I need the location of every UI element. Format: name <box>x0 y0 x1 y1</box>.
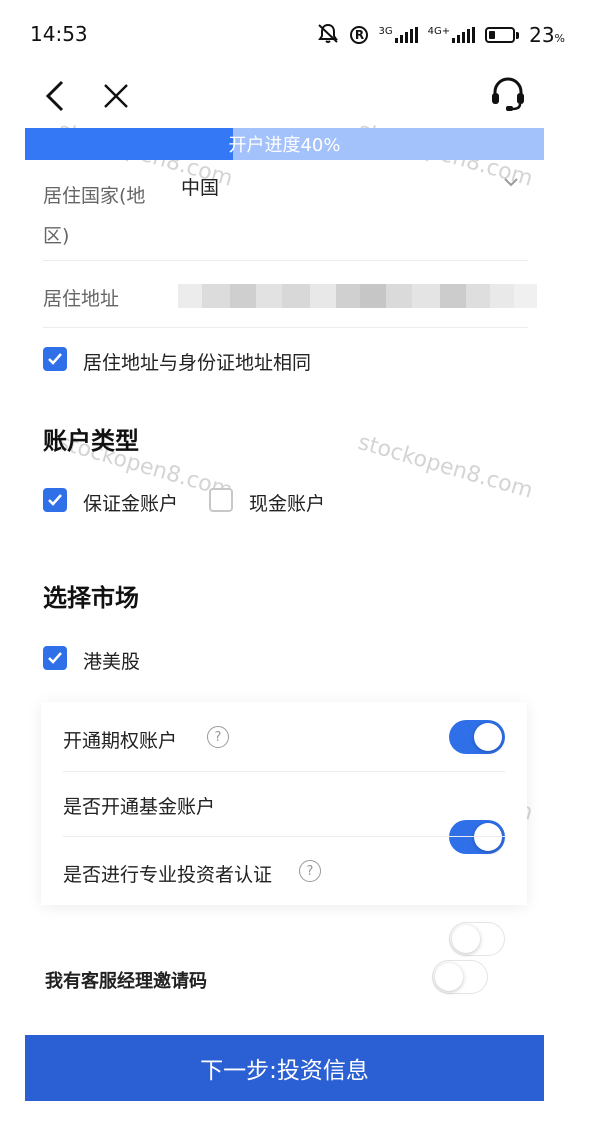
chevron-down-icon <box>502 174 520 193</box>
close-icon <box>104 84 128 108</box>
status-time: 14:53 <box>30 22 88 46</box>
cash-account-label: 现金账户 <box>249 493 326 515</box>
professional-investor-toggle[interactable] <box>449 922 505 956</box>
country-label: 居住国家(地 区) <box>43 185 146 247</box>
divider <box>43 260 528 261</box>
headset-icon <box>492 77 524 111</box>
check-icon <box>48 494 62 506</box>
divider <box>63 836 505 837</box>
mute-bell-icon <box>316 22 340 48</box>
margin-account-checkbox[interactable] <box>43 488 67 512</box>
fund-account-toggle[interactable] <box>449 820 505 854</box>
check-icon <box>48 353 62 365</box>
registered-icon: R <box>350 26 369 44</box>
account-type-title: 账户类型 <box>43 427 139 455</box>
watermark: stockopen8.com <box>355 430 536 504</box>
close-button[interactable] <box>102 82 130 114</box>
divider <box>43 327 528 328</box>
battery-icon <box>485 27 520 43</box>
address-input-blurred[interactable] <box>178 284 537 308</box>
cash-account-checkbox[interactable] <box>209 488 233 512</box>
fund-account-label: 是否开通基金账户 <box>63 796 216 818</box>
hk-us-stock-label: 港美股 <box>83 651 141 673</box>
account-options-card: 开通期权账户 ? 是否开通基金账户 是否进行专业投资者认证 ? <box>41 702 527 956</box>
back-button[interactable] <box>42 78 70 118</box>
check-icon <box>48 652 62 664</box>
progress-label: 开户进度40% <box>228 135 341 156</box>
option-account-toggle[interactable] <box>449 720 505 754</box>
help-icon[interactable]: ? <box>207 726 229 748</box>
same-address-checkbox[interactable] <box>43 347 67 371</box>
country-select[interactable]: 中国 <box>181 176 219 200</box>
address-label: 居住地址 <box>43 288 120 310</box>
help-icon[interactable]: ? <box>299 860 321 882</box>
hk-us-stock-checkbox[interactable] <box>43 646 67 670</box>
support-button[interactable] <box>490 76 526 118</box>
battery-percent: 23% <box>529 23 565 47</box>
invite-code-toggle[interactable] <box>432 960 488 994</box>
market-title: 选择市场 <box>43 584 139 612</box>
progress-bar: 开户进度40% <box>25 128 544 160</box>
signal-icon-2: 4G+ <box>428 27 476 43</box>
invite-code-label: 我有客服经理邀请码 <box>45 971 207 992</box>
signal-icon-1: 3G <box>378 27 418 43</box>
status-icons: R 3G 4G+ 23% <box>316 22 565 48</box>
option-account-label: 开通期权账户 <box>63 730 178 752</box>
chevron-left-icon <box>45 80 64 112</box>
margin-account-label: 保证金账户 <box>83 493 179 515</box>
next-step-button[interactable]: 下一步:投资信息 <box>25 1035 544 1101</box>
professional-investor-label: 是否进行专业投资者认证 <box>63 864 273 886</box>
divider <box>63 771 505 772</box>
same-address-label: 居住地址与身份证地址相同 <box>83 352 312 374</box>
